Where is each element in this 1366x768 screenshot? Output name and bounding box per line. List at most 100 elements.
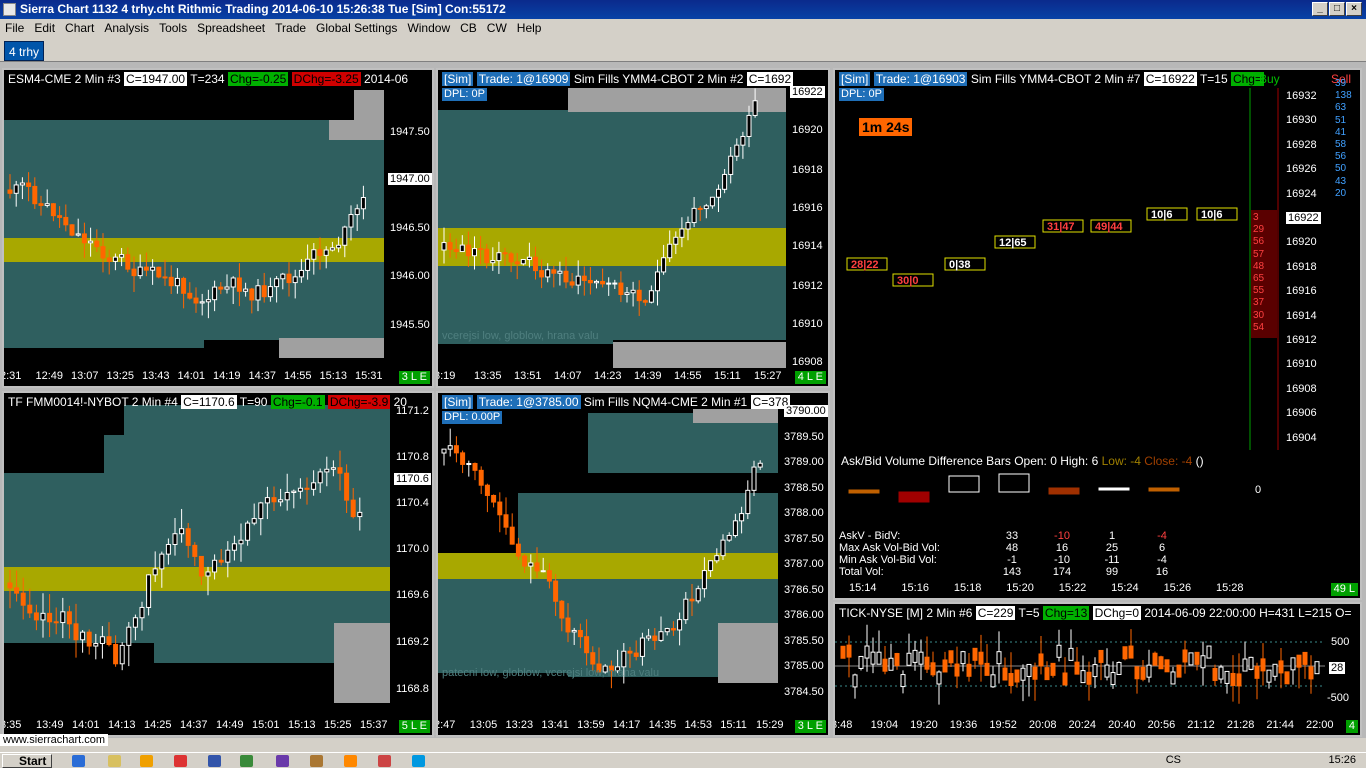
folder-icon[interactable]: [108, 755, 121, 767]
candle-body: [447, 445, 453, 450]
candle-body: [329, 247, 335, 251]
candle-body: [726, 535, 732, 541]
menu-trade[interactable]: Trade: [270, 19, 311, 38]
nq-price-label: 3788.00: [784, 507, 824, 519]
tick-candle-body: [1074, 661, 1080, 675]
nq-annotation: patecni low, globlow, vcerejsi low, hran…: [442, 667, 660, 679]
candle-body: [199, 301, 205, 304]
menu-chart[interactable]: Chart: [60, 19, 99, 38]
candle-body: [728, 155, 734, 175]
candle-body: [113, 643, 119, 665]
chart-tick[interactable]: TICK-NYSE [M] 2 Min #6 C=229 T=5 Chg=13 …: [833, 602, 1362, 737]
candle-body: [683, 598, 689, 621]
tick-candle-body: [1020, 667, 1026, 681]
chart-ym-footprint[interactable]: 28|22 30|0 0|38 12|65 31|47 49|44 10|6 10|6 [Si…: [833, 68, 1362, 600]
chart-tf[interactable]: TF FMM0014!-NYBOT 2 Min #4 C=1170.6 T=90…: [2, 391, 434, 737]
tab-4-trhy[interactable]: 4 trhy: [4, 41, 44, 61]
chart-es[interactable]: ESM4-CME 2 Min #3 C=1947.00 T=234 Chg=-0…: [2, 68, 434, 388]
menu-tools[interactable]: Tools: [154, 19, 192, 38]
candle-body: [106, 257, 112, 262]
candle-body: [255, 285, 261, 301]
candle-body: [19, 182, 25, 186]
app-icon-3[interactable]: [310, 755, 323, 767]
close-button[interactable]: ×: [1346, 2, 1362, 16]
volume-profile-block: [518, 493, 778, 553]
maximize-button[interactable]: □: [1329, 2, 1345, 16]
tick-candle-body: [840, 645, 846, 659]
candle-body: [165, 543, 171, 555]
tick-candle-body: [1152, 652, 1158, 666]
tick-candle-body: [990, 674, 996, 688]
candle-body: [69, 224, 75, 236]
tick-candle-body: [960, 651, 966, 665]
time-label: 13:41: [541, 719, 569, 731]
tick-candle-body: [1266, 669, 1272, 683]
menu-cb[interactable]: CB: [455, 19, 482, 38]
tick-candle-body: [1290, 657, 1296, 671]
tick-candle-body: [1314, 661, 1320, 675]
vlc-icon[interactable]: [344, 755, 357, 767]
nq-candles: [438, 409, 778, 689]
skype-icon[interactable]: [412, 755, 425, 767]
candle-body: [594, 280, 599, 284]
chart-nq[interactable]: [Sim] Trade: 1@3785.00 Sim Fills NQM4-CM…: [436, 391, 830, 737]
tf-price-current: 1170.6: [394, 473, 431, 485]
menu-file[interactable]: File: [0, 19, 29, 38]
candle-body: [720, 539, 726, 557]
menu-cw[interactable]: CW: [482, 19, 512, 38]
nq-price-label: 3789.00: [784, 456, 824, 468]
minimize-button[interactable]: _: [1312, 2, 1328, 16]
fp-bar-timer: 1m 24s: [859, 118, 913, 136]
globe-icon[interactable]: [240, 755, 253, 767]
nq-price-label: 3787.50: [784, 532, 824, 545]
app-icon-4[interactable]: [378, 755, 391, 767]
app-icon-2[interactable]: [276, 755, 289, 767]
fp-title: Sim Fills YMM4-CBOT 2 Min #7: [970, 72, 1141, 86]
tick-candle-body: [924, 656, 930, 670]
tick-candle-body: [1224, 670, 1230, 684]
tick-candle-body: [1200, 655, 1206, 669]
tick-candle-body: [1104, 664, 1110, 678]
candle-body: [484, 248, 490, 264]
candle-body: [33, 612, 39, 621]
fp-ab-title-text: Ask/Bid Volume Difference Bars Open: 0 H…: [841, 454, 1099, 468]
time-label: 20:08: [1028, 719, 1057, 731]
ie-icon[interactable]: [72, 755, 85, 767]
fp-ab-low: Low: -4: [1101, 454, 1141, 468]
volume-profile-block: [4, 340, 204, 348]
candle-body: [646, 635, 652, 639]
menu-help[interactable]: Help: [512, 19, 547, 38]
time-label: 15:28: [1216, 582, 1244, 594]
save-icon[interactable]: [208, 755, 221, 767]
menu-spreadsheet[interactable]: Spreadsheet: [192, 19, 270, 38]
ym-price-5: 16914: [792, 240, 823, 252]
fp-buy-volume-value: 43: [1335, 175, 1347, 187]
start-button[interactable]: Start: [2, 754, 52, 768]
candle-body: [670, 628, 676, 631]
ym-dpl: DPL: 0P: [442, 88, 487, 101]
candle-body: [125, 254, 131, 270]
menu-analysis[interactable]: Analysis: [99, 19, 154, 38]
fp-sell-volume-value: 56: [1253, 236, 1265, 248]
candle-body: [685, 222, 691, 230]
sierrachart-url[interactable]: www.sierrachart.com: [0, 734, 109, 746]
candle-body: [491, 494, 497, 503]
candle-body: [515, 543, 521, 557]
candle-body: [53, 621, 59, 624]
chart-ym[interactable]: [Sim] Trade: 1@16909 Sim Fills YMM4-CBOT…: [436, 68, 830, 388]
es-dchg: DChg=-3.25: [291, 72, 361, 86]
ym-close: C=1692: [746, 72, 794, 86]
menu-global-settings[interactable]: Global Settings: [311, 19, 402, 38]
fp-stat-column: -4 6 -4 16: [1147, 530, 1177, 578]
time-label: 3:48: [833, 719, 853, 731]
media-icon[interactable]: [140, 755, 153, 767]
menu-edit[interactable]: Edit: [29, 19, 60, 38]
menu-window[interactable]: Window: [402, 19, 455, 38]
language-indicator[interactable]: CS: [1166, 754, 1181, 766]
fp-price-label: 16930: [1286, 114, 1317, 127]
candle-body: [152, 568, 158, 576]
time-label: 14:55: [674, 370, 702, 382]
chrome-icon[interactable]: [174, 755, 187, 767]
fp-stat-label: Total Vol:: [839, 566, 884, 578]
candle-body: [336, 244, 342, 249]
